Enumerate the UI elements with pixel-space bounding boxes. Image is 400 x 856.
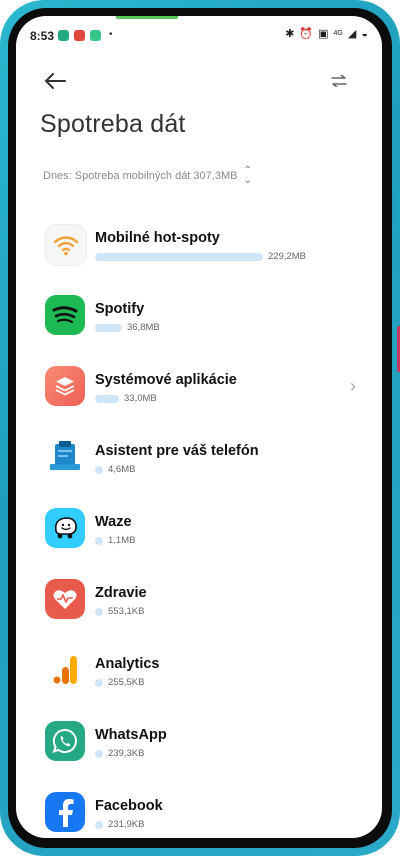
network-type: 4G xyxy=(333,30,343,37)
usage-meter: 36,8MB xyxy=(95,322,160,333)
usage-meter: 33,0MB xyxy=(95,393,157,404)
app-name: Analytics xyxy=(95,656,160,672)
facebook-icon xyxy=(45,792,85,832)
spotify-icon xyxy=(45,295,85,335)
more-notifications-icon: • xyxy=(109,29,113,40)
chevron-updown-icon: ⌃ ⌄ xyxy=(243,165,252,186)
usage-meter: 553,1KB xyxy=(95,606,144,617)
app-name: WhatsApp xyxy=(95,727,167,743)
usage-bar xyxy=(95,820,103,829)
usage-meter: 1,1MB xyxy=(95,535,135,546)
usage-value: 239,3KB xyxy=(108,748,145,759)
chevron-right-icon: › xyxy=(350,376,356,396)
usage-value: 553,1KB xyxy=(108,606,145,617)
status-time: 8:53 xyxy=(30,29,55,43)
list-item[interactable]: Asistent pre váš telefón 4,6MB xyxy=(16,433,382,504)
phone-frame: 8:53 • ✱ ⏰ ▣ 4G ◢ ◒ Spotreba dát Dnes: S… xyxy=(0,0,400,856)
swap-arrows-icon xyxy=(331,75,347,87)
back-button[interactable] xyxy=(42,68,68,94)
app-name: Asistent pre váš telefón xyxy=(95,443,259,459)
usage-bar xyxy=(95,323,122,332)
usage-meter: 229,2MB xyxy=(95,251,306,262)
usage-value: 231,9KB xyxy=(108,819,145,830)
status-bar: 8:53 • ✱ ⏰ ▣ 4G ◢ ◒ xyxy=(16,16,382,52)
app-name: Waze xyxy=(95,514,132,530)
screen: 8:53 • ✱ ⏰ ▣ 4G ◢ ◒ Spotreba dát Dnes: S… xyxy=(16,16,382,838)
list-item[interactable]: Waze 1,1MB xyxy=(16,504,382,575)
alarm-icon: ⏰ xyxy=(299,28,314,40)
signal-icon: ◢ xyxy=(347,28,357,40)
usage-bar xyxy=(95,536,103,545)
list-item[interactable]: Systémové aplikácie 33,0MB › xyxy=(16,362,382,433)
page-title: Spotreba dát xyxy=(40,110,186,138)
usage-value: 1,1MB xyxy=(108,535,136,546)
app-name: Spotify xyxy=(95,301,145,317)
usage-meter: 255,5KB xyxy=(95,677,144,688)
app-name: Facebook xyxy=(95,798,163,814)
whatsapp-icon xyxy=(45,721,85,761)
sort-toggle-button[interactable] xyxy=(326,68,352,94)
usage-meter: 4,6MB xyxy=(95,464,135,475)
usage-value: 36,8MB xyxy=(127,322,160,333)
usage-bar xyxy=(95,394,119,403)
system-apps-icon xyxy=(45,366,85,406)
usage-value: 255,5KB xyxy=(108,677,145,688)
usage-summary-text: Dnes: Spotreba mobilných dát 307,3MB xyxy=(43,170,238,182)
phone-assistant-icon xyxy=(45,437,85,477)
usage-bar xyxy=(95,678,103,687)
usage-value: 4,6MB xyxy=(108,464,136,475)
list-item[interactable]: Facebook 231,9KB xyxy=(16,788,382,838)
list-item[interactable]: Analytics 255,5KB xyxy=(16,646,382,717)
usage-bar xyxy=(95,252,263,261)
app-name: Systémové aplikácie xyxy=(95,372,237,388)
wifi-hotspot-icon xyxy=(45,224,87,266)
list-item[interactable]: Mobilné hot-spoty 229,2MB xyxy=(16,220,382,291)
usage-bar xyxy=(95,465,103,474)
wifi-icon: ◒ xyxy=(361,28,368,40)
bluetooth-icon: ✱ xyxy=(285,28,295,40)
whatsapp-notification-icon xyxy=(58,30,69,41)
health-icon xyxy=(45,579,85,619)
list-item[interactable]: WhatsApp 239,3KB xyxy=(16,717,382,788)
app-name: Mobilné hot-spoty xyxy=(95,230,220,246)
waze-icon xyxy=(45,508,85,548)
usage-meter: 239,3KB xyxy=(95,748,144,759)
usage-meter: 231,9KB xyxy=(95,819,144,830)
usage-value: 229,2MB xyxy=(268,251,307,262)
usage-bar xyxy=(95,607,103,616)
vibrate-icon: ▣ xyxy=(318,28,329,40)
usage-value: 33,0MB xyxy=(124,393,157,404)
list-item[interactable]: Spotify 36,8MB xyxy=(16,291,382,362)
list-item[interactable]: Zdravie 553,1KB xyxy=(16,575,382,646)
chat-notification-icon xyxy=(90,30,101,41)
analytics-icon xyxy=(45,650,85,690)
usage-bar xyxy=(95,749,103,758)
app-name: Zdravie xyxy=(95,585,147,601)
back-arrow-icon xyxy=(45,73,66,89)
usage-summary-selector[interactable]: Dnes: Spotreba mobilných dát 307,3MB ⌃ ⌄ xyxy=(43,166,252,186)
app-notification-icon xyxy=(74,30,85,41)
